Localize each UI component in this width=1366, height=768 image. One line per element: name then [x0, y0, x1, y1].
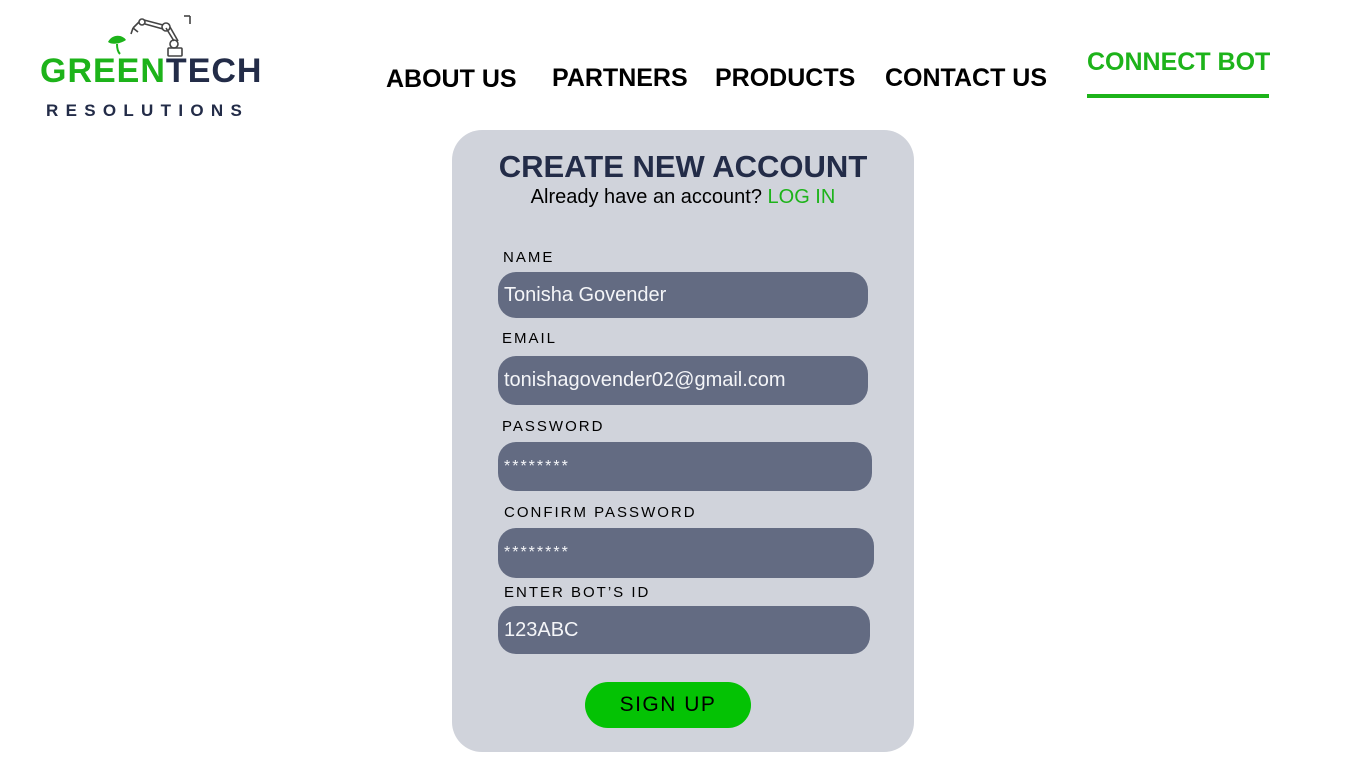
logo[interactable]: GREENTECH RESOLUTIONS — [40, 14, 262, 120]
logo-word-green: GREEN — [40, 52, 166, 90]
nav-about-us[interactable]: ABOUT US — [386, 65, 517, 93]
bot-id-label: ENTER BOT’S ID — [504, 584, 651, 601]
password-label: PASSWORD — [502, 418, 605, 435]
name-label: NAME — [503, 249, 555, 266]
login-prompt-text: Already have an account? — [530, 186, 762, 208]
password-input[interactable] — [498, 442, 872, 491]
nav-partners[interactable]: PARTNERS — [552, 64, 688, 92]
signup-card: CREATE NEW ACCOUNT Already have an accou… — [452, 130, 914, 752]
sign-up-button[interactable]: SIGN UP — [585, 682, 751, 728]
nav-contact-us[interactable]: CONTACT US — [885, 64, 1047, 92]
nav-products[interactable]: PRODUCTS — [715, 64, 855, 92]
login-prompt: Already have an account? LOG IN — [452, 185, 914, 209]
email-input[interactable] — [498, 356, 868, 405]
nav-connect-bot[interactable]: CONNECT BOT — [1087, 48, 1270, 76]
email-label: EMAIL — [502, 330, 558, 347]
name-input[interactable] — [498, 272, 868, 318]
nav-active-underline — [1087, 94, 1269, 98]
confirm-password-input[interactable] — [498, 528, 874, 578]
logo-word-tech: TECH — [165, 52, 263, 90]
confirm-password-label: CONFIRM PASSWORD — [504, 504, 697, 521]
logo-tagline: RESOLUTIONS — [46, 101, 250, 120]
logo-wordmark: GREENTECH — [40, 54, 262, 88]
form-title: CREATE NEW ACCOUNT — [498, 149, 868, 184]
bot-id-input[interactable] — [498, 606, 870, 654]
login-link[interactable]: LOG IN — [768, 186, 836, 208]
